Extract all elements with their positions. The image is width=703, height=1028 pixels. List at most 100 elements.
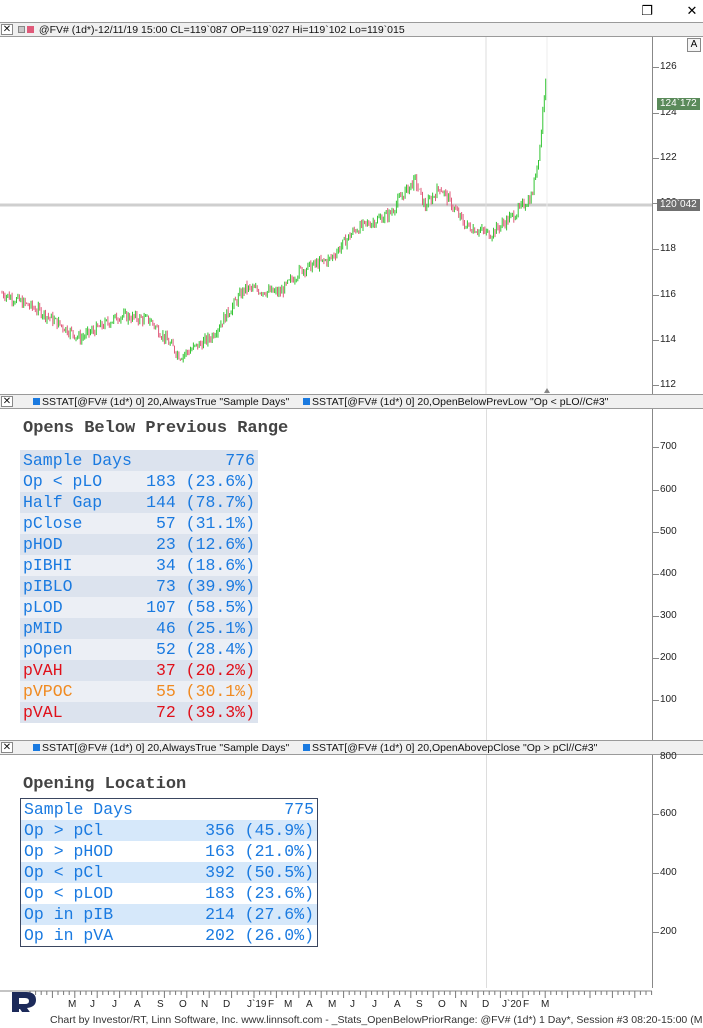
close-pane-icon[interactable]: ✕ (1, 742, 13, 753)
axis-tick-mark (652, 158, 659, 159)
axis-tick-label: 126 (660, 61, 677, 72)
price-header-text: @FV# (1d*)-12/11/19 15:00 CL=119`087 OP=… (38, 24, 405, 36)
study-b-text: SSTAT[@FV# (1d*) 0] 20,OpenBelowPrevLow … (312, 396, 609, 408)
month-label: S (416, 999, 423, 1010)
close-window-icon[interactable]: ✕ (685, 3, 699, 17)
month-label: N (201, 999, 209, 1010)
axis-tick-label: 200 (660, 926, 677, 937)
stats-row-label: pIBHI (23, 556, 73, 575)
stats-row-value: 144 (78.7%) (146, 493, 255, 512)
stats-row: pIBHI 34 (18.6%) (20, 555, 258, 576)
stats-row-label: Op > pCl (24, 821, 104, 840)
axis-tick-mark (652, 616, 659, 617)
pane-toggle-icon[interactable] (18, 26, 25, 33)
stats-row: pLOD 107 (58.5%) (20, 597, 258, 618)
stats-row: pClose 57 (31.1%) (20, 513, 258, 534)
axis-tick-mark (652, 932, 659, 933)
axis-tick-label: 800 (660, 751, 677, 762)
stats-row: Op > pCl 356 (45.9%) (21, 820, 317, 841)
price-chart-pane[interactable]: 126124122120118116114112 A 124`172 120`0… (0, 37, 703, 394)
axis-tick-label: 122 (660, 152, 677, 163)
axis-tick-mark (652, 814, 659, 815)
last-price-tag: 124`172 (657, 98, 700, 110)
stats-row-label: pLOD (23, 598, 63, 617)
stats-pane-1-header[interactable]: ✕ SSTAT[@FV# (1d*) 0] 20,AlwaysTrue "Sam… (0, 394, 703, 409)
axis-tick-label: 114 (660, 334, 676, 345)
price-chart-canvas[interactable] (0, 37, 703, 394)
axis-tick-label: 118 (660, 243, 676, 254)
month-label: J`19 (247, 999, 267, 1010)
auto-scale-button[interactable]: A (687, 38, 701, 52)
stats-row-value: 356 (45.9%) (205, 821, 314, 840)
axis-tick-mark (652, 385, 659, 386)
month-label: O (179, 999, 187, 1010)
month-label: J`20 (502, 999, 522, 1010)
stats-row: Sample Days 775 (21, 799, 317, 820)
study-b-label[interactable]: SSTAT[@FV# (1d*) 0] 20,OpenAbovepClose "… (303, 742, 597, 754)
stats-row-label: pIBLO (23, 577, 73, 596)
stats-row-label: pHOD (23, 535, 63, 554)
study-a-label[interactable]: SSTAT[@FV# (1d*) 0] 20,AlwaysTrue "Sampl… (33, 742, 289, 754)
footer-text: Chart by Investor/RT, Linn Software, Inc… (50, 1014, 703, 1026)
stats-row: pMID 46 (25.1%) (20, 618, 258, 639)
stats-row: pVAH 37 (20.2%) (20, 660, 258, 681)
month-label: N (460, 999, 468, 1010)
stats-row-value: 46 (25.1%) (155, 619, 255, 638)
month-label: M (541, 999, 550, 1010)
stats-row-value: 214 (27.6%) (205, 905, 314, 924)
month-label: J (372, 999, 377, 1010)
stats-pane-1[interactable]: 700 600 500 400 300 200 100 Opens Below Previo… (0, 409, 703, 740)
axis-tick-label: 600 (660, 808, 677, 819)
stats-table: Sample Days 776 Op < pLO 183 (23.6%) Half Ga… (20, 450, 258, 723)
axis-tick-mark (652, 447, 659, 448)
month-label: A (394, 999, 401, 1010)
stats-row-value: 52 (28.4%) (155, 640, 255, 659)
stats-row-value: 392 (50.5%) (205, 863, 314, 882)
study-a-label[interactable]: SSTAT[@FV# (1d*) 0] 20,AlwaysTrue "Sampl… (33, 396, 289, 408)
stats-row-value: 55 (30.1%) (155, 682, 255, 701)
stats-row-label: Op in pIB (24, 905, 114, 924)
axis-tick-mark (652, 873, 659, 874)
restore-window-icon[interactable]: ❐ (640, 3, 654, 17)
stats-row-label: Op < pLO (23, 472, 103, 491)
axis-tick-mark (652, 249, 659, 250)
stats-pane-2-header[interactable]: ✕ SSTAT[@FV# (1d*) 0] 20,AlwaysTrue "Sam… (0, 740, 703, 755)
stats-row-value: 37 (20.2%) (155, 661, 255, 680)
axis-tick-label: 500 (660, 526, 677, 537)
axis-tick-mark (652, 340, 659, 341)
month-label: J (350, 999, 355, 1010)
stats-row: pHOD 23 (12.6%) (20, 534, 258, 555)
study-color-icon (303, 398, 310, 405)
stats-title: Opening Location (23, 775, 187, 794)
axis-tick-label: 400 (660, 867, 677, 878)
stats-row-label: Op < pCl (24, 863, 104, 882)
stats-row-value: 57 (31.1%) (155, 514, 255, 533)
axis-tick-label: 116 (660, 289, 676, 300)
close-pane-icon[interactable]: ✕ (1, 24, 13, 35)
time-axis[interactable]: M J J A S O N D J`19 F M A M J J A S O N D J`20 F M (0, 988, 703, 1012)
stats-row-value: 107 (58.5%) (146, 598, 255, 617)
study-color-icon (303, 744, 310, 751)
stats-row-value: 183 (23.6%) (146, 472, 255, 491)
study-a-text: SSTAT[@FV# (1d*) 0] 20,AlwaysTrue "Sampl… (42, 742, 290, 754)
stats-row-label: pClose (23, 514, 83, 533)
study-b-label[interactable]: SSTAT[@FV# (1d*) 0] 20,OpenBelowPrevLow … (303, 396, 608, 408)
cursor-price-tag: 120`042 (657, 199, 700, 211)
axis-tick-mark (652, 295, 659, 296)
month-label: F (523, 999, 530, 1010)
stats-pane-2[interactable]: 800 600 400 200 Opening Location Sample Da… (0, 751, 703, 988)
close-pane-icon[interactable]: ✕ (1, 396, 13, 407)
price-pane-header[interactable]: ✕ @FV# (1d*)-12/11/19 15:00 CL=119`087 O… (0, 22, 703, 37)
stats-row: pIBLO 73 (39.9%) (20, 576, 258, 597)
axis-tick-mark (652, 67, 659, 68)
cursor-vertical-line (486, 409, 487, 740)
status-footer: Chart by Investor/RT, Linn Software, Inc… (0, 1012, 703, 1028)
axis-tick-label: 300 (660, 610, 677, 621)
month-label: D (482, 999, 490, 1010)
month-label: D (223, 999, 231, 1010)
price-pane-header-content: @FV# (1d*)-12/11/19 15:00 CL=119`087 OP=… (18, 24, 405, 36)
stats-row-value: 72 (39.3%) (155, 703, 255, 722)
study-b-text: SSTAT[@FV# (1d*) 0] 20,OpenAbovepClose "… (312, 742, 598, 754)
month-label: S (157, 999, 164, 1010)
month-label: A (134, 999, 141, 1010)
